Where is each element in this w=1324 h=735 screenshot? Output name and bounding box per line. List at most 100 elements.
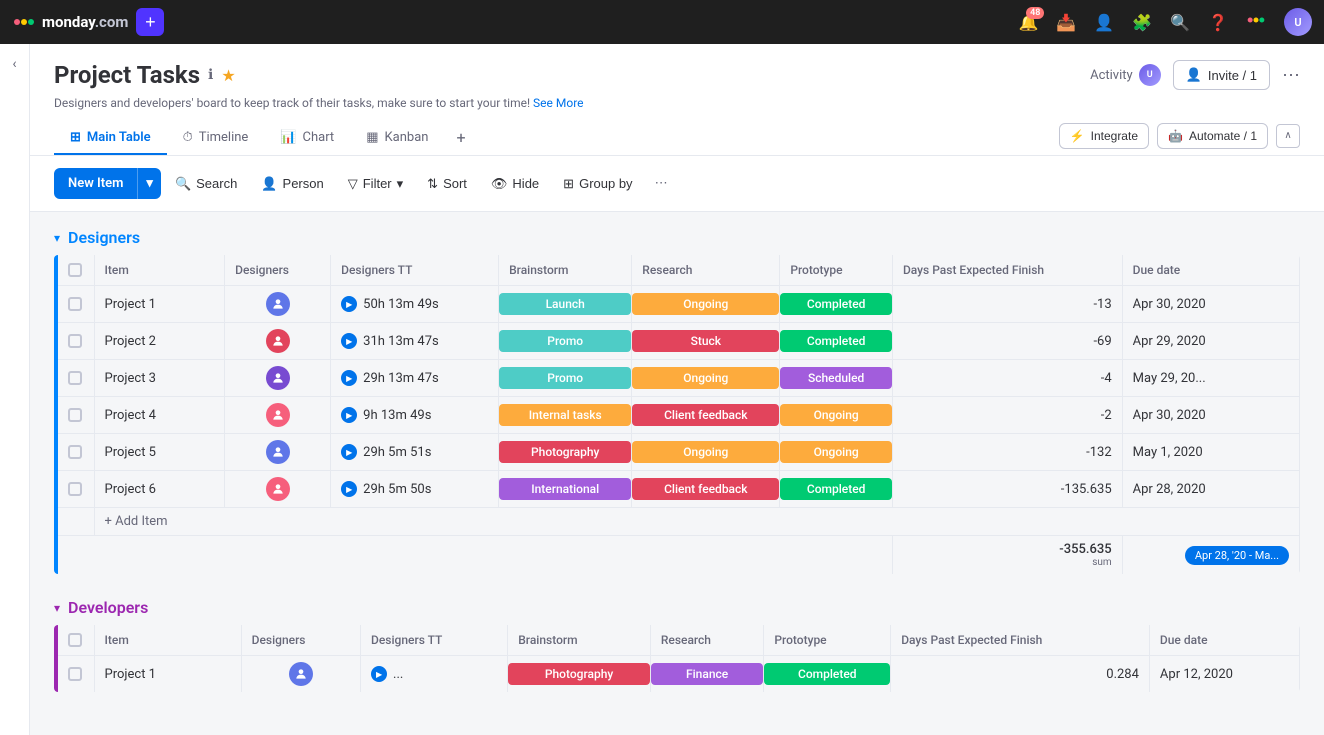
designer-avatar[interactable] bbox=[266, 366, 290, 390]
toolbar-more-button[interactable]: ⋯ bbox=[647, 169, 676, 198]
designer-avatar[interactable] bbox=[266, 477, 290, 501]
prototype-cell[interactable]: Ongoing bbox=[780, 434, 893, 471]
collapse-button[interactable]: ∧ bbox=[1276, 124, 1300, 148]
person-filter-button[interactable]: 👤 Person bbox=[251, 169, 333, 199]
prototype-status[interactable]: Ongoing bbox=[780, 404, 892, 426]
designer-avatar[interactable] bbox=[266, 440, 290, 464]
automate-button[interactable]: 🤖 Automate / 1 bbox=[1157, 123, 1268, 149]
row-checkbox[interactable] bbox=[58, 323, 94, 360]
research-cell[interactable]: Stuck bbox=[632, 323, 780, 360]
new-item-button[interactable]: New Item ▾ bbox=[54, 168, 161, 199]
activity-button[interactable]: Activity U bbox=[1090, 64, 1161, 86]
tab-kanban[interactable]: ▦ Kanban bbox=[350, 122, 444, 155]
prototype-status[interactable]: Completed bbox=[780, 293, 892, 315]
developers-group-title[interactable]: Developers bbox=[68, 598, 148, 617]
user-avatar[interactable]: U bbox=[1284, 8, 1312, 36]
designers-group-title[interactable]: Designers bbox=[68, 228, 140, 247]
research-cell[interactable]: Client feedback bbox=[632, 471, 780, 508]
brainstorm-status[interactable]: Photography bbox=[508, 663, 650, 685]
brainstorm-cell[interactable]: Photography bbox=[499, 434, 632, 471]
research-status[interactable]: Finance bbox=[651, 663, 763, 685]
play-icon[interactable]: ▶ bbox=[341, 370, 357, 386]
prototype-status[interactable]: Ongoing bbox=[780, 441, 892, 463]
row-checkbox[interactable] bbox=[58, 656, 94, 693]
research-cell[interactable]: Client feedback bbox=[632, 397, 780, 434]
info-icon[interactable]: ℹ bbox=[208, 67, 213, 83]
brainstorm-cell[interactable]: International bbox=[499, 471, 632, 508]
research-cell[interactable]: Ongoing bbox=[632, 360, 780, 397]
filter-button[interactable]: ▽ Filter ▾ bbox=[338, 169, 413, 199]
brainstorm-status[interactable]: Promo bbox=[499, 367, 631, 389]
brainstorm-cell[interactable]: Promo bbox=[499, 323, 632, 360]
brainstorm-status[interactable]: Internal tasks bbox=[499, 404, 631, 426]
row-checkbox[interactable] bbox=[58, 397, 94, 434]
new-item-arrow[interactable]: ▾ bbox=[137, 168, 161, 199]
dev-checkbox-header[interactable] bbox=[58, 625, 94, 656]
designer-avatar[interactable] bbox=[266, 403, 290, 427]
add-view-button[interactable]: + bbox=[444, 120, 477, 155]
research-cell[interactable]: Finance bbox=[650, 656, 763, 693]
notifications-icon[interactable]: 🔔 48 bbox=[1018, 13, 1038, 32]
play-icon[interactable]: ▶ bbox=[341, 481, 357, 497]
designer-avatar[interactable] bbox=[266, 292, 290, 316]
add-item-label[interactable]: + Add Item bbox=[94, 508, 1300, 536]
group-by-button[interactable]: ⊞ Group by bbox=[553, 169, 642, 199]
star-icon[interactable]: ★ bbox=[221, 66, 235, 85]
prototype-cell[interactable]: Scheduled bbox=[780, 360, 893, 397]
add-workspace-button[interactable]: + bbox=[136, 8, 164, 36]
designer-avatar[interactable] bbox=[266, 329, 290, 353]
brainstorm-status[interactable]: Launch bbox=[499, 293, 631, 315]
search-icon[interactable]: 🔍 bbox=[1170, 13, 1190, 32]
tab-main-table[interactable]: ⊞ Main Table bbox=[54, 122, 167, 155]
sidebar-toggle[interactable]: ‹ bbox=[12, 56, 16, 72]
tab-timeline[interactable]: ⏱ Timeline bbox=[167, 122, 265, 155]
hide-button[interactable]: 👁 Hide bbox=[481, 169, 549, 199]
see-more-link[interactable]: See More bbox=[533, 96, 583, 110]
research-cell[interactable]: Ongoing bbox=[632, 434, 780, 471]
research-status[interactable]: Ongoing bbox=[632, 441, 779, 463]
prototype-status[interactable]: Completed bbox=[780, 478, 892, 500]
prototype-status[interactable]: Completed bbox=[764, 663, 890, 685]
help-icon[interactable]: ❓ bbox=[1208, 13, 1228, 32]
designers-chevron-icon[interactable]: ▾ bbox=[54, 231, 60, 245]
brainstorm-cell[interactable]: Promo bbox=[499, 360, 632, 397]
row-checkbox[interactable] bbox=[58, 471, 94, 508]
brainstorm-cell[interactable]: Photography bbox=[508, 656, 651, 693]
invite-icon[interactable]: 👤 bbox=[1094, 13, 1114, 32]
integrate-button[interactable]: ⚡ Integrate bbox=[1059, 123, 1149, 149]
row-checkbox[interactable] bbox=[58, 360, 94, 397]
tab-chart[interactable]: 📊 Chart bbox=[264, 122, 350, 155]
add-item-row[interactable]: + Add Item bbox=[58, 508, 1300, 536]
brainstorm-cell[interactable]: Internal tasks bbox=[499, 397, 632, 434]
research-status[interactable]: Client feedback bbox=[632, 478, 779, 500]
apps-icon[interactable]: 🧩 bbox=[1132, 13, 1152, 32]
invite-button[interactable]: 👤 Invite / 1 bbox=[1173, 60, 1270, 90]
research-status[interactable]: Ongoing bbox=[632, 367, 779, 389]
brainstorm-cell[interactable]: Launch bbox=[499, 286, 632, 323]
play-icon[interactable]: ▶ bbox=[371, 666, 387, 682]
prototype-status[interactable]: Scheduled bbox=[780, 367, 892, 389]
play-icon[interactable]: ▶ bbox=[341, 333, 357, 349]
prototype-cell[interactable]: Completed bbox=[764, 656, 891, 693]
prototype-cell[interactable]: Completed bbox=[780, 471, 893, 508]
brainstorm-status[interactable]: International bbox=[499, 478, 631, 500]
inbox-icon[interactable]: 📥 bbox=[1056, 13, 1076, 32]
checkbox-header[interactable] bbox=[58, 255, 94, 286]
prototype-status[interactable]: Completed bbox=[780, 330, 892, 352]
prototype-cell[interactable]: Completed bbox=[780, 286, 893, 323]
play-icon[interactable]: ▶ bbox=[341, 444, 357, 460]
prototype-cell[interactable]: Ongoing bbox=[780, 397, 893, 434]
prototype-cell[interactable]: Completed bbox=[780, 323, 893, 360]
search-button[interactable]: 🔍 Search bbox=[165, 169, 247, 199]
row-checkbox[interactable] bbox=[58, 434, 94, 471]
more-options-button[interactable]: ⋯ bbox=[1282, 65, 1300, 86]
developers-chevron-icon[interactable]: ▾ bbox=[54, 601, 60, 615]
research-cell[interactable]: Ongoing bbox=[632, 286, 780, 323]
logo[interactable]: monday.com bbox=[12, 10, 128, 34]
brainstorm-status[interactable]: Promo bbox=[499, 330, 631, 352]
row-checkbox[interactable] bbox=[58, 286, 94, 323]
brainstorm-status[interactable]: Photography bbox=[499, 441, 631, 463]
play-icon[interactable]: ▶ bbox=[341, 296, 357, 312]
play-icon[interactable]: ▶ bbox=[341, 407, 357, 423]
sort-button[interactable]: ⇅ Sort bbox=[417, 169, 477, 199]
